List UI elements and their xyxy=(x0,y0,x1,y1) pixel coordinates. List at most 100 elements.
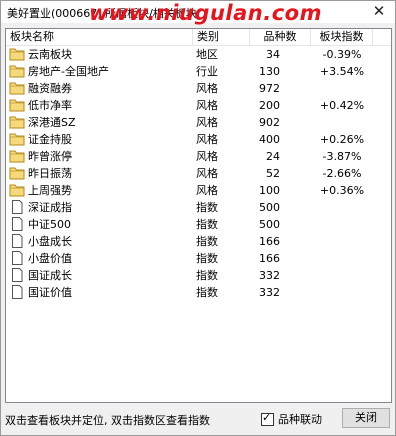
board-name: 云南板块 xyxy=(28,48,72,61)
board-count: 972 xyxy=(259,82,280,95)
board-name-cell: 证金持股 xyxy=(9,131,193,148)
folder-icon xyxy=(9,166,25,181)
column-header-type[interactable]: 类别 xyxy=(193,29,250,45)
document-icon xyxy=(9,217,25,232)
board-index xyxy=(311,233,373,250)
check-icon: ✓ xyxy=(262,410,272,424)
board-name-cell: 国证价值 xyxy=(9,284,193,301)
folder-icon xyxy=(9,183,25,198)
folder-icon xyxy=(9,149,25,164)
table-row[interactable]: 昨日振荡 风格 52 -2.66% xyxy=(6,165,391,182)
board-name: 国证成长 xyxy=(28,269,72,282)
linkage-label: 品种联动 xyxy=(278,413,322,426)
board-count: 400 xyxy=(259,133,280,146)
board-type: 风格 xyxy=(196,133,218,146)
close-button[interactable]: 关闭 xyxy=(342,408,390,428)
folder-icon xyxy=(9,132,25,147)
board-type: 风格 xyxy=(196,150,218,163)
folder-icon xyxy=(9,47,25,62)
column-header-name[interactable]: 板块名称 xyxy=(6,29,193,45)
board-index: +0.36% xyxy=(319,184,365,197)
board-count: 24 xyxy=(266,150,280,163)
board-index: -3.87% xyxy=(322,150,362,163)
board-name: 小盘价值 xyxy=(28,252,72,265)
folder-icon xyxy=(9,81,25,96)
list-header: 板块名称 类别 品种数 板块指数 xyxy=(6,29,391,46)
board-type: 指数 xyxy=(196,218,218,231)
board-index: +0.26% xyxy=(319,133,365,146)
board-type: 指数 xyxy=(196,269,218,282)
board-count: 130 xyxy=(259,65,280,78)
board-name: 昨曾涨停 xyxy=(28,150,72,163)
document-icon xyxy=(9,234,25,249)
table-row[interactable]: 小盘价值 指数 166 xyxy=(6,250,391,267)
board-index xyxy=(311,284,373,301)
board-count: 500 xyxy=(259,201,280,214)
folder-icon xyxy=(9,64,25,79)
board-name: 低市净率 xyxy=(28,99,72,112)
document-icon xyxy=(9,251,25,266)
table-row[interactable]: 昨曾涨停 风格 24 -3.87% xyxy=(6,148,391,165)
table-row[interactable]: 证金持股 风格 400 +0.26% xyxy=(6,131,391,148)
board-name-cell: 昨曾涨停 xyxy=(9,148,193,165)
board-index: -0.39% xyxy=(322,48,362,61)
document-icon xyxy=(9,200,25,215)
column-header-index[interactable]: 板块指数 xyxy=(311,29,373,45)
table-row[interactable]: 国证成长 指数 332 xyxy=(6,267,391,284)
table-row[interactable]: 小盘成长 指数 166 xyxy=(6,233,391,250)
board-type: 风格 xyxy=(196,167,218,180)
board-type: 指数 xyxy=(196,252,218,265)
board-name: 上周强势 xyxy=(28,184,72,197)
board-name-cell: 房地产-全国地产 xyxy=(9,63,193,80)
document-icon xyxy=(9,268,25,283)
board-type: 指数 xyxy=(196,201,218,214)
table-row[interactable]: 融资融券 风格 972 xyxy=(6,80,391,97)
board-name: 中证500 xyxy=(28,218,71,231)
board-count: 100 xyxy=(259,184,280,197)
table-row[interactable]: 深港通SZ 风格 902 xyxy=(6,114,391,131)
board-name-cell: 小盘成长 xyxy=(9,233,193,250)
board-type: 风格 xyxy=(196,184,218,197)
table-row[interactable]: 房地产-全国地产 行业 130 +3.54% xyxy=(6,63,391,80)
board-index xyxy=(311,80,373,97)
board-index: +0.42% xyxy=(319,99,365,112)
table-row[interactable]: 上周强势 风格 100 +0.36% xyxy=(6,182,391,199)
board-count: 166 xyxy=(259,235,280,248)
table-row[interactable]: 国证价值 指数 332 xyxy=(6,284,391,301)
table-row[interactable]: 云南板块 地区 34 -0.39% xyxy=(6,46,391,63)
board-count: 34 xyxy=(266,48,280,61)
board-count: 52 xyxy=(266,167,280,180)
board-index: -2.66% xyxy=(322,167,362,180)
board-name-cell: 国证成长 xyxy=(9,267,193,284)
board-index xyxy=(311,114,373,131)
linkage-checkbox[interactable]: ✓ 品种联动 xyxy=(261,411,322,427)
board-type: 风格 xyxy=(196,82,218,95)
board-type: 指数 xyxy=(196,235,218,248)
hint-text: 双击查看板块并定位, 双击指数区查看指数 xyxy=(5,414,210,427)
watermark: www.niugulan.com xyxy=(89,1,322,25)
close-icon[interactable]: ✕ xyxy=(371,3,387,19)
board-name: 房地产-全国地产 xyxy=(28,65,109,78)
table-row[interactable]: 深证成指 指数 500 xyxy=(6,199,391,216)
table-row[interactable]: 低市净率 风格 200 +0.42% xyxy=(6,97,391,114)
board-type: 风格 xyxy=(196,99,218,112)
board-count: 332 xyxy=(259,269,280,282)
board-index xyxy=(311,199,373,216)
board-index xyxy=(311,267,373,284)
checkbox-box[interactable]: ✓ xyxy=(261,410,274,426)
board-name: 深证成指 xyxy=(28,201,72,214)
board-index: +3.54% xyxy=(319,65,365,78)
board-name-cell: 低市净率 xyxy=(9,97,193,114)
board-name-cell: 云南板块 xyxy=(9,46,193,63)
board-count: 500 xyxy=(259,218,280,231)
board-index xyxy=(311,216,373,233)
board-type: 地区 xyxy=(196,48,218,61)
table-row[interactable]: 中证500 指数 500 xyxy=(6,216,391,233)
board-list[interactable]: 板块名称 类别 品种数 板块指数 云南板块 地区 34 -0.39% 房地产-全国地产 行… xyxy=(5,28,392,403)
board-count: 200 xyxy=(259,99,280,112)
board-name-cell: 小盘价值 xyxy=(9,250,193,267)
board-name: 小盘成长 xyxy=(28,235,72,248)
board-name: 深港通SZ xyxy=(28,116,76,129)
board-name-cell: 上周强势 xyxy=(9,182,193,199)
column-header-count[interactable]: 品种数 xyxy=(250,29,311,45)
